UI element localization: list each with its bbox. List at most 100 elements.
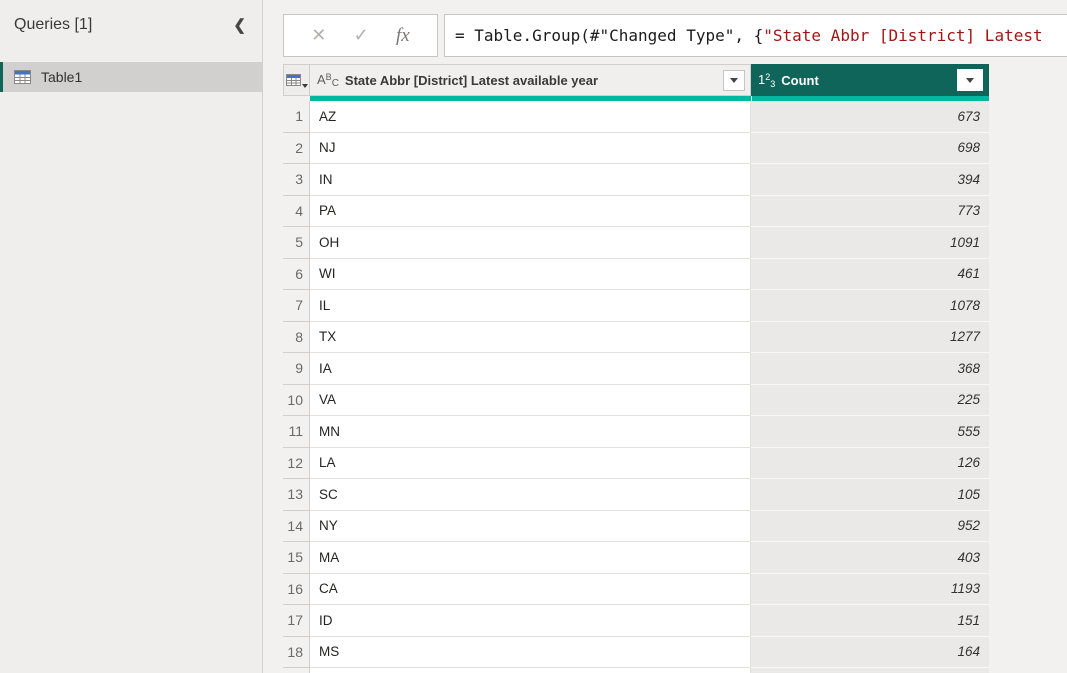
count-cell[interactable]: 698 bbox=[751, 133, 989, 165]
formula-input[interactable]: = Table.Group(#"Changed Type", {"State A… bbox=[444, 14, 1067, 57]
state-cell[interactable]: NJ bbox=[310, 133, 751, 165]
table-row: 6WI461 bbox=[283, 259, 989, 291]
row-number-cell[interactable]: 1 bbox=[283, 101, 310, 133]
table-row: 13SC105 bbox=[283, 479, 989, 511]
formula-text: = Table.Group(#"Changed Type", {"State A… bbox=[455, 26, 1043, 45]
row-number-cell[interactable]: 6 bbox=[283, 259, 310, 291]
grid-rows: 1AZ6732NJ6983IN3944PA7735OH10916WI4617IL… bbox=[283, 101, 989, 673]
count-cell[interactable]: 952 bbox=[751, 511, 989, 543]
query-item-table1[interactable]: Table1 bbox=[0, 62, 263, 92]
row-number-cell[interactable]: 4 bbox=[283, 196, 310, 228]
collapse-pane-icon[interactable]: ❮ bbox=[233, 16, 246, 34]
confirm-formula-icon[interactable]: ✓ bbox=[354, 25, 369, 46]
query-item-label: Table1 bbox=[41, 69, 82, 85]
state-cell[interactable]: NY bbox=[310, 511, 751, 543]
column-label-state: State Abbr [District] Latest available y… bbox=[345, 73, 723, 88]
count-cell[interactable]: 151 bbox=[751, 605, 989, 637]
row-number-cell[interactable]: 11 bbox=[283, 416, 310, 448]
count-cell[interactable]: 1091 bbox=[751, 227, 989, 259]
state-cell[interactable]: LA bbox=[310, 448, 751, 480]
select-all-corner-button[interactable] bbox=[283, 64, 310, 96]
state-cell[interactable]: MS bbox=[310, 637, 751, 669]
row-number-cell[interactable]: 16 bbox=[283, 574, 310, 606]
state-cell[interactable]: OH bbox=[310, 227, 751, 259]
filter-caret-icon bbox=[730, 78, 738, 83]
state-cell[interactable] bbox=[310, 668, 751, 673]
filter-dropdown-count[interactable] bbox=[957, 69, 983, 91]
fx-add-step-icon[interactable]: fx bbox=[396, 25, 410, 47]
column-label-count: Count bbox=[781, 73, 957, 88]
state-cell[interactable]: PA bbox=[310, 196, 751, 228]
table-row: 7IL1078 bbox=[283, 290, 989, 322]
table-row: 12LA126 bbox=[283, 448, 989, 480]
count-cell[interactable]: 673 bbox=[751, 101, 989, 133]
number-type-icon: 123 bbox=[758, 72, 775, 89]
row-number-cell[interactable]: 5 bbox=[283, 227, 310, 259]
table-row: 9IA368 bbox=[283, 353, 989, 385]
queries-pane: Queries [1] ❮ Table1 bbox=[0, 0, 263, 673]
state-cell[interactable]: WI bbox=[310, 259, 751, 291]
state-cell[interactable]: IN bbox=[310, 164, 751, 196]
count-cell[interactable]: 1277 bbox=[751, 322, 989, 354]
main-pane: ✕ ✓ fx = Table.Group(#"Changed Type", {"… bbox=[264, 0, 1067, 673]
table-row: 3IN394 bbox=[283, 164, 989, 196]
state-cell[interactable]: SC bbox=[310, 479, 751, 511]
filter-dropdown-state[interactable] bbox=[723, 70, 745, 91]
formula-prefix: = Table.Group(#"Changed Type", { bbox=[455, 26, 763, 45]
table-row: 15MA403 bbox=[283, 542, 989, 574]
column-header-count[interactable]: 123 Count bbox=[751, 64, 989, 96]
row-number-cell[interactable]: 2 bbox=[283, 133, 310, 165]
count-cell[interactable]: 403 bbox=[751, 542, 989, 574]
state-cell[interactable]: CA bbox=[310, 574, 751, 606]
grid-header-row: ABC State Abbr [District] Latest availab… bbox=[283, 64, 989, 96]
row-number-cell[interactable]: 18 bbox=[283, 637, 310, 669]
count-cell[interactable]: 126 bbox=[751, 448, 989, 480]
state-cell[interactable]: AZ bbox=[310, 101, 751, 133]
table-row: 5OH1091 bbox=[283, 227, 989, 259]
state-cell[interactable]: VA bbox=[310, 385, 751, 417]
filter-caret-icon bbox=[966, 78, 974, 83]
formula-string-literal: "State Abbr [District] Latest bbox=[763, 26, 1042, 45]
count-cell[interactable]: 225 bbox=[751, 385, 989, 417]
count-cell[interactable]: 164 bbox=[751, 637, 989, 669]
row-number-cell[interactable]: 17 bbox=[283, 605, 310, 637]
count-cell[interactable]: 1193 bbox=[751, 574, 989, 606]
count-cell[interactable] bbox=[751, 668, 989, 673]
state-cell[interactable]: IL bbox=[310, 290, 751, 322]
table-row-partial bbox=[283, 668, 989, 673]
table-row: 14NY952 bbox=[283, 511, 989, 543]
row-number-cell[interactable]: 9 bbox=[283, 353, 310, 385]
row-number-cell[interactable]: 7 bbox=[283, 290, 310, 322]
state-cell[interactable]: MN bbox=[310, 416, 751, 448]
column-header-state[interactable]: ABC State Abbr [District] Latest availab… bbox=[310, 64, 751, 96]
state-cell[interactable]: IA bbox=[310, 353, 751, 385]
state-cell[interactable]: TX bbox=[310, 322, 751, 354]
row-number-cell[interactable]: 3 bbox=[283, 164, 310, 196]
row-number-cell[interactable]: 14 bbox=[283, 511, 310, 543]
count-cell[interactable]: 1078 bbox=[751, 290, 989, 322]
table-row: 11MN555 bbox=[283, 416, 989, 448]
queries-pane-header: Queries [1] ❮ bbox=[0, 0, 262, 34]
row-number-cell[interactable]: 10 bbox=[283, 385, 310, 417]
count-cell[interactable]: 555 bbox=[751, 416, 989, 448]
row-number-cell[interactable] bbox=[283, 668, 310, 673]
count-cell[interactable]: 368 bbox=[751, 353, 989, 385]
state-cell[interactable]: ID bbox=[310, 605, 751, 637]
count-cell[interactable]: 105 bbox=[751, 479, 989, 511]
table-icon bbox=[14, 70, 31, 84]
cancel-formula-icon[interactable]: ✕ bbox=[311, 25, 326, 46]
formula-buttons: ✕ ✓ fx bbox=[283, 14, 438, 57]
count-cell[interactable]: 461 bbox=[751, 259, 989, 291]
row-number-cell[interactable]: 8 bbox=[283, 322, 310, 354]
data-preview-grid: ABC State Abbr [District] Latest availab… bbox=[283, 64, 989, 673]
queries-pane-title: Queries [1] bbox=[14, 16, 92, 34]
state-cell[interactable]: MA bbox=[310, 542, 751, 574]
row-number-cell[interactable]: 12 bbox=[283, 448, 310, 480]
table-row: 10VA225 bbox=[283, 385, 989, 417]
row-number-cell[interactable]: 13 bbox=[283, 479, 310, 511]
count-cell[interactable]: 394 bbox=[751, 164, 989, 196]
table-row: 18MS164 bbox=[283, 637, 989, 669]
count-cell[interactable]: 773 bbox=[751, 196, 989, 228]
row-number-cell[interactable]: 15 bbox=[283, 542, 310, 574]
table-row: 17ID151 bbox=[283, 605, 989, 637]
